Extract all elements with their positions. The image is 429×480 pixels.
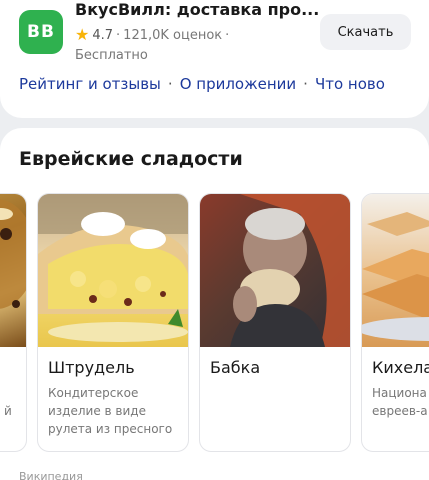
old-woman-photo-icon xyxy=(230,194,350,347)
section-title[interactable]: Еврейские сладости xyxy=(19,148,243,170)
reviews-count: 121,0K оценок xyxy=(123,27,223,43)
card-image xyxy=(0,194,26,347)
tab-about[interactable]: О приложении xyxy=(180,75,296,93)
card-image xyxy=(362,194,429,347)
card-description: й xyxy=(4,404,12,418)
carousel-card-kihela[interactable]: Кихела Национа песочно евреев-а xyxy=(361,193,429,452)
separator-dot: · xyxy=(225,27,230,43)
star-icon: ★ xyxy=(75,25,90,44)
tab-ratings[interactable]: Рейтинг и отзывы xyxy=(19,75,161,93)
sweets-section: Еврейские сладости й Штрудель Кондитерск… xyxy=(0,128,429,480)
carousel-card[interactable]: й xyxy=(0,193,27,452)
card-image xyxy=(200,194,350,347)
separator-dot: · xyxy=(303,75,308,93)
card-title: Кихела xyxy=(372,358,429,377)
app-title[interactable]: ВкусВилл: доставка про... xyxy=(75,0,319,19)
separator-dot: · xyxy=(116,27,121,43)
carousel-card-strudel[interactable]: Штрудель Кондитерское изделие в виде рул… xyxy=(37,193,189,452)
pastry-photo-icon xyxy=(0,199,26,309)
separator-dot: · xyxy=(167,75,173,93)
carousel-card-babka[interactable]: Бабка xyxy=(199,193,351,452)
source-label[interactable]: Википедия xyxy=(19,470,83,480)
app-price: Бесплатно xyxy=(75,48,148,63)
rating-value: 4.7 xyxy=(92,27,114,43)
app-card[interactable]: ВВ ВкусВилл: доставка про... ★ 4.7 · 121… xyxy=(0,0,429,118)
kihela-cookies-photo-icon xyxy=(362,212,429,341)
download-button[interactable]: Скачать xyxy=(320,14,411,50)
card-description: Национа песочно евреев-а xyxy=(372,386,429,418)
strudel-photo-icon xyxy=(38,194,188,342)
card-title: Бабка xyxy=(210,358,261,377)
app-meta: ★ 4.7 · 121,0K оценок · xyxy=(75,27,229,43)
sweets-carousel[interactable]: й Штрудель Кондитерское изделие в виде р… xyxy=(0,193,429,453)
app-tabs: Рейтинг и отзывы · О приложении · Что но… xyxy=(19,75,385,93)
tab-whats-new[interactable]: Что ново xyxy=(315,75,385,93)
app-logo[interactable]: ВВ xyxy=(19,10,63,54)
card-image xyxy=(38,194,188,347)
card-title: Штрудель xyxy=(48,358,135,377)
card-description: Кондитерское изделие в виде рулета из пр… xyxy=(48,386,173,436)
